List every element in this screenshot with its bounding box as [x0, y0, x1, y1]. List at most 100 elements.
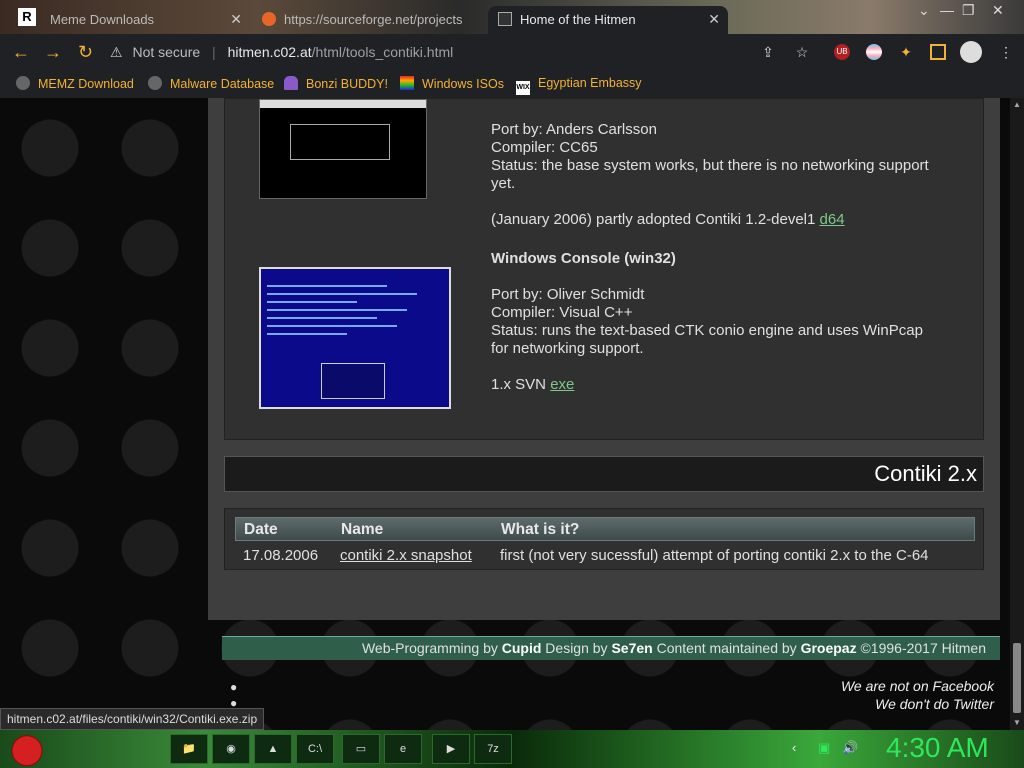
footer-text: Web-Programming by [361, 640, 498, 656]
bullet-icon: ● [230, 680, 238, 694]
site-footer: Web-Programming by Cupid Design by Se7en… [222, 636, 1000, 660]
row-date: 17.08.2006 [243, 547, 319, 564]
c64-status-line2: yet. [491, 175, 516, 192]
chevron-down-icon[interactable]: ⌄ [918, 2, 930, 19]
scroll-up-icon[interactable]: ▲ [1013, 100, 1021, 109]
taskbar-media-icon[interactable]: ▶ [432, 734, 470, 764]
taskbar-ie-icon[interactable]: e [384, 734, 422, 764]
bookmark-label: Windows ISOs [422, 77, 504, 91]
c64-adopted-text: (January 2006) partly adopted Contiki 1.… [491, 211, 816, 228]
d64-link[interactable]: d64 [820, 211, 845, 228]
row-description: first (not very sucessful) attempt of po… [500, 547, 929, 564]
back-icon[interactable]: ← [12, 42, 30, 63]
bonzi-icon [284, 76, 298, 90]
sourceforge-icon [262, 12, 276, 26]
maximize-button[interactable]: ❐ [962, 2, 975, 19]
c64-download-line: (January 2006) partly adopted Contiki 1.… [491, 211, 845, 229]
column-header-date: Date [244, 521, 278, 538]
content-panel: Port by: Anders Carlsson Compiler: CC65 … [208, 98, 1000, 620]
c64-screenshot [259, 99, 427, 199]
win32-title: Windows Console (win32) [491, 250, 676, 267]
app-icon[interactable]: R [18, 8, 36, 26]
close-icon[interactable]: ✕ [708, 11, 720, 28]
profile-avatar-icon[interactable] [960, 41, 982, 63]
tray-show-hidden-icon[interactable]: ‹ [792, 740, 796, 755]
page-icon [498, 12, 512, 26]
url-host: hitmen.c02.at [227, 44, 312, 60]
tab-sourceforge[interactable]: https://sourceforge.net/projects [252, 6, 484, 34]
c64-info: Port by: Anders Carlsson Compiler: CC65 … [491, 121, 929, 193]
taskbar: 📁 ◉ ▲ C:\ ▭ e ▶ 7z ‹ ▣ 🔊 4:30 AM [0, 730, 1024, 768]
minimize-button[interactable]: — [940, 2, 954, 18]
taskbar-explorer-icon[interactable]: 📁 [170, 734, 208, 764]
footer-text: Content maintained by [656, 640, 797, 656]
url-path: /html/tools_contiki.html [311, 44, 454, 60]
forward-icon[interactable]: → [44, 42, 62, 63]
win32-info: Port by: Oliver Schmidt Compiler: Visual… [491, 286, 923, 358]
tray-network-icon[interactable]: ▣ [818, 740, 830, 756]
globe-icon [148, 76, 162, 90]
tray-volume-icon[interactable]: 🔊 [842, 740, 858, 756]
scroll-down-icon[interactable]: ▼ [1013, 718, 1021, 727]
c64-compiler: Compiler: CC65 [491, 139, 598, 156]
tab-strip: R Meme Downloads ✕ https://sourceforge.n… [0, 0, 1024, 34]
facebook-note[interactable]: We are not on Facebook [841, 678, 994, 694]
side-panel-icon[interactable] [930, 44, 946, 60]
bookmark-label: MEMZ Download [38, 77, 134, 91]
reload-icon[interactable]: ↻ [78, 42, 93, 63]
win32-port-by: Port by: Oliver Schmidt [491, 286, 645, 303]
exe-link[interactable]: exe [550, 376, 574, 393]
start-button-angry-bird-icon[interactable] [10, 732, 44, 766]
tab-meme-downloads[interactable]: Meme Downloads ✕ [40, 6, 250, 34]
footer-se7en: Se7en [611, 640, 653, 656]
extensions-puzzle-icon[interactable]: ✦ [898, 44, 914, 60]
taskbar-chrome-icon[interactable]: ◉ [212, 734, 250, 764]
share-icon[interactable]: ⇪ [760, 44, 776, 60]
bookmarks-bar: MEMZ Download Malware Database Bonzi BUD… [0, 70, 1024, 98]
tab-label: https://sourceforge.net/projects [284, 12, 463, 27]
bookmark-egyptian-embassy[interactable]: WIX Egyptian Embassy [516, 76, 642, 95]
taskbar-window-icon[interactable]: ▭ [342, 734, 380, 764]
close-icon[interactable]: ✕ [230, 11, 242, 28]
globe-icon [16, 76, 30, 90]
win32-status-line2: for networking support. [491, 340, 644, 357]
column-header-name: Name [341, 521, 384, 538]
bookmark-label: Malware Database [170, 77, 275, 91]
twitter-note[interactable]: We don't do Twitter [875, 696, 994, 712]
column-header-what: What is it? [501, 521, 580, 538]
windows-logo-icon [400, 76, 414, 90]
close-button[interactable]: ✕ [992, 2, 1004, 19]
tab-hitmen[interactable]: Home of the Hitmen ✕ [488, 6, 728, 34]
bookmark-windows-isos[interactable]: Windows ISOs [400, 76, 504, 91]
taskbar-clock[interactable]: 4:30 AM [886, 732, 989, 764]
bookmark-star-icon[interactable]: ☆ [794, 44, 810, 60]
footer-text: Design by [545, 640, 608, 656]
extension-flag-icon[interactable] [866, 44, 882, 60]
ublock-icon[interactable]: UB [834, 44, 850, 60]
page-scrollbar[interactable]: ▲ ▼ [1010, 98, 1024, 730]
win32-download-line: 1.x SVN exe [491, 376, 574, 394]
taskbar-7zip-icon[interactable]: 7z [474, 734, 512, 764]
address-bar: ← → ↻ ⚠ Not secure | hitmen.c02.at/html/… [0, 34, 1024, 70]
svn-text: 1.x SVN [491, 376, 547, 393]
footer-cupid: Cupid [501, 640, 542, 656]
taskbar-app-icon[interactable]: ▲ [254, 734, 292, 764]
security-label[interactable]: Not secure [132, 44, 200, 60]
bookmark-label: Bonzi BUDDY! [306, 77, 388, 91]
url-field[interactable]: ⚠ Not secure | hitmen.c02.at/html/tools_… [110, 38, 820, 66]
bookmark-malware-db[interactable]: Malware Database [148, 76, 274, 91]
section-title: Contiki 2.x [874, 461, 977, 486]
taskbar-cmd-icon[interactable]: C:\ [296, 734, 334, 764]
snapshot-link[interactable]: contiki 2.x snapshot [340, 547, 472, 564]
c64-status-line1: Status: the base system works, but there… [491, 157, 929, 174]
footer-groepaz: Groepaz [800, 640, 857, 656]
scrollbar-thumb[interactable] [1013, 643, 1021, 713]
link-status-url: hitmen.c02.at/files/contiki/win32/Contik… [0, 708, 265, 730]
menu-kebab-icon[interactable]: ⋮ [998, 44, 1014, 60]
footer-copyright: ©1996-2017 Hitmen [860, 640, 986, 656]
bookmark-bonzi[interactable]: Bonzi BUDDY! [284, 76, 388, 91]
ports-box: Port by: Anders Carlsson Compiler: CC65 … [224, 98, 984, 440]
table-header: Date Name What is it? [235, 517, 975, 541]
bookmark-memz[interactable]: MEMZ Download [16, 76, 134, 91]
page-viewport: Port by: Anders Carlsson Compiler: CC65 … [0, 98, 1010, 730]
